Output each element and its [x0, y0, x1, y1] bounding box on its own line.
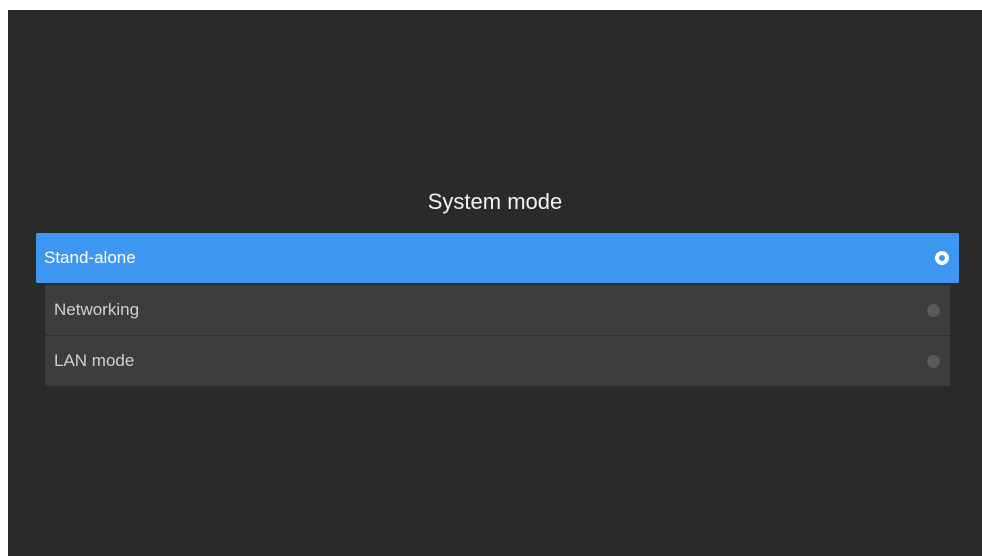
radio-unselected-icon [927, 354, 940, 368]
option-stand-alone[interactable]: Stand-alone [36, 233, 959, 283]
option-label: LAN mode [54, 351, 135, 370]
option-lan-mode[interactable]: LAN mode [45, 336, 950, 386]
option-label: Stand-alone [44, 248, 136, 267]
option-label: Networking [54, 300, 140, 319]
radio-unselected-icon [927, 303, 940, 317]
system-mode-screen: System mode Stand-alone Networking LAN m… [8, 10, 982, 556]
option-networking[interactable]: Networking [45, 285, 950, 335]
dialog-title: System mode [427, 189, 563, 214]
radio-selected-icon [935, 251, 949, 265]
option-divider [45, 335, 950, 336]
